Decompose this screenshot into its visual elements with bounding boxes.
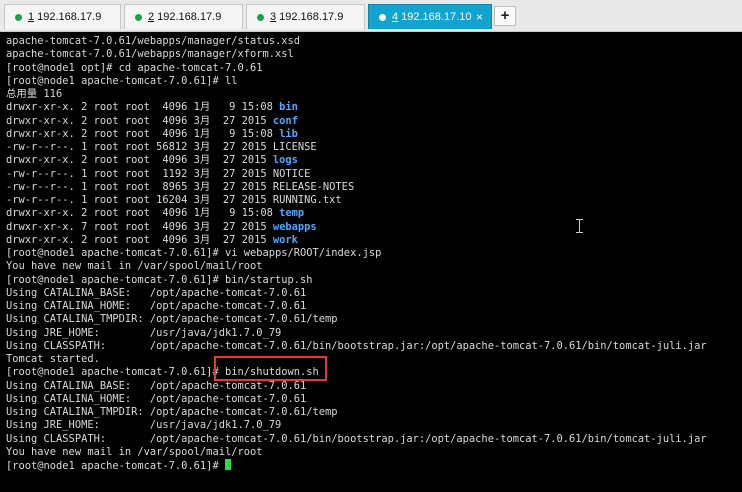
terminal-line: You have new mail in /var/spool/mail/roo…	[6, 446, 707, 459]
directory-name: conf	[272, 114, 298, 127]
tab-host-label: 192.168.17.9	[157, 11, 222, 23]
terminal-line-text: apache-tomcat-7.0.61/webapps/manager/sta…	[6, 35, 301, 47]
terminal-line-text: Using CATALINA_TMPDIR: /opt/apache-tomca…	[6, 406, 338, 418]
terminal-line: drwxr-xr-x. 2 root root 4096 1月 9 15:08 …	[6, 207, 707, 220]
directory-name: bin	[279, 101, 298, 114]
terminal-line-text: drwxr-xr-x. 2 root root 4096 3月 27 2015	[6, 233, 273, 246]
terminal-line-text: [root@node1 opt]# cd apache-tomcat-7.0.6…	[6, 61, 263, 74]
terminal-line: Tomcat started.	[6, 353, 707, 366]
terminal-line: [root@node1 apache-tomcat-7.0.61]# bin/s…	[6, 274, 707, 287]
connected-status-icon	[257, 13, 264, 21]
terminal-line-text: drwxr-xr-x. 2 root root 4096 1月 9 15:08	[6, 127, 280, 140]
terminal-line: drwxr-xr-x. 7 root root 4096 3月 27 2015 …	[6, 221, 707, 234]
directory-name: logs	[272, 154, 298, 167]
terminal-line: [root@node1 apache-tomcat-7.0.61]# vi we…	[6, 247, 707, 260]
terminal-line: Using CLASSPATH: /opt/apache-tomcat-7.0.…	[6, 433, 707, 446]
directory-name: work	[272, 233, 298, 246]
terminal-line: apache-tomcat-7.0.61/webapps/manager/xfo…	[6, 48, 707, 61]
terminal-line-text: -rw-r--r--. 1 root root 16204 3月 27 2015…	[6, 194, 342, 206]
terminal-line: Using CATALINA_TMPDIR: /opt/apache-tomca…	[6, 313, 707, 326]
terminal-line-text: drwxr-xr-x. 2 root root 4096 3月 27 2015	[6, 154, 273, 167]
terminal-line: You have new mail in /var/spool/mail/roo…	[6, 260, 707, 273]
terminal-lines: apache-tomcat-7.0.61/webapps/manager/sta…	[6, 35, 707, 472]
terminal-line-text: Using CATALINA_TMPDIR: /opt/apache-tomca…	[6, 313, 338, 326]
terminal-line: drwxr-xr-x. 2 root root 4096 3月 27 2015 …	[6, 115, 707, 128]
terminal-line-text: -rw-r--r--. 1 root root 56812 3月 27 2015…	[6, 141, 317, 153]
terminal-line: [root@node1 opt]# cd apache-tomcat-7.0.6…	[6, 62, 707, 75]
terminal-line: [root@node1 apache-tomcat-7.0.61]#	[6, 459, 707, 472]
terminal-line-text: [root@node1 apache-tomcat-7.0.61]# ll	[6, 74, 238, 87]
terminal-line: Using CLASSPATH: /opt/apache-tomcat-7.0.…	[6, 340, 707, 353]
close-tab-icon[interactable]: ×	[476, 10, 483, 24]
terminal-line-text: Using CATALINA_BASE: /opt/apache-tomcat-…	[6, 379, 307, 392]
terminal-line-text: drwxr-xr-x. 2 root root 4096 3月 27 2015	[6, 114, 273, 127]
terminal-line-text: drwxr-xr-x. 2 root root 4096 1月 9 15:08	[6, 101, 280, 114]
terminal-line-text: apache-tomcat-7.0.61/webapps/manager/xfo…	[6, 48, 294, 61]
terminal-output[interactable]: apache-tomcat-7.0.61/webapps/manager/sta…	[0, 32, 742, 492]
tab-index: 3	[270, 11, 277, 23]
terminal-line-text: Using CATALINA_HOME: /opt/apache-tomcat-…	[6, 392, 307, 405]
connected-status-icon	[15, 13, 22, 21]
directory-name: lib	[279, 127, 298, 140]
terminal-line-text: -rw-r--r--. 1 root root 8965 3月 27 2015 …	[6, 180, 355, 193]
terminal-line: apache-tomcat-7.0.61/webapps/manager/sta…	[6, 35, 707, 48]
tab-host-label: 192.168.17.10	[401, 11, 472, 23]
terminal-line: Using CATALINA_HOME: /opt/apache-tomcat-…	[6, 300, 707, 313]
terminal-line-text: Using CLASSPATH: /opt/apache-tomcat-7.0.…	[6, 432, 707, 445]
terminal-line-text: Using CLASSPATH: /opt/apache-tomcat-7.0.…	[6, 339, 707, 352]
terminal-line-text: You have new mail in /var/spool/mail/roo…	[6, 445, 263, 458]
terminal-line-text: [root@node1 apache-tomcat-7.0.61]#	[6, 460, 225, 472]
session-tab-1[interactable]: 1 192.168.17.9	[4, 4, 121, 29]
tab-index: 2	[148, 11, 155, 23]
terminal-line: -rw-r--r--. 1 root root 8965 3月 27 2015 …	[6, 181, 707, 194]
terminal-line-text: Using JRE_HOME: /usr/java/jdk1.7.0_79	[6, 419, 282, 432]
terminal-line-text: drwxr-xr-x. 2 root root 4096 1月 9 15:08	[6, 207, 280, 220]
terminal-line: Using JRE_HOME: /usr/java/jdk1.7.0_79	[6, 327, 707, 340]
terminal-line-text: [root@node1 apache-tomcat-7.0.61]# vi we…	[6, 247, 382, 259]
new-tab-button[interactable]: +	[494, 6, 516, 26]
tab-host-label: 192.168.17.9	[37, 11, 102, 23]
terminal-line: Using CATALINA_TMPDIR: /opt/apache-tomca…	[6, 406, 707, 419]
terminal-line-text: 总用量 116	[6, 88, 63, 100]
terminal-line-text: -rw-r--r--. 1 root root 1192 3月 27 2015 …	[6, 167, 311, 180]
terminal-line-text: Using JRE_HOME: /usr/java/jdk1.7.0_79	[6, 326, 282, 339]
terminal-line-text: Tomcat started.	[6, 353, 100, 365]
terminal-line-text: drwxr-xr-x. 7 root root 4096 3月 27 2015	[6, 220, 273, 233]
directory-name: webapps	[272, 220, 317, 233]
terminal-line: Using CATALINA_BASE: /opt/apache-tomcat-…	[6, 380, 707, 393]
session-tab-3[interactable]: 3 192.168.17.9	[246, 4, 365, 29]
tab-index: 1	[28, 11, 35, 23]
directory-name: temp	[279, 207, 305, 220]
terminal-line-text: Using CATALINA_HOME: /opt/apache-tomcat-…	[6, 300, 307, 312]
terminal-line-text: You have new mail in /var/spool/mail/roo…	[6, 260, 263, 273]
terminal-line: 总用量 116	[6, 88, 707, 101]
terminal-line: drwxr-xr-x. 2 root root 4096 1月 9 15:08 …	[6, 128, 707, 141]
connected-status-icon	[379, 13, 386, 21]
terminal-line: [root@node1 apache-tomcat-7.0.61]# bin/s…	[6, 366, 707, 379]
terminal-line: Using JRE_HOME: /usr/java/jdk1.7.0_79	[6, 419, 707, 432]
terminal-line: -rw-r--r--. 1 root root 56812 3月 27 2015…	[6, 141, 707, 154]
terminal-line-text: Using CATALINA_BASE: /opt/apache-tomcat-…	[6, 286, 307, 299]
terminal-line: drwxr-xr-x. 2 root root 4096 1月 9 15:08 …	[6, 101, 707, 114]
text-cursor-ibeam-icon	[576, 219, 583, 233]
terminal-line: Using CATALINA_HOME: /opt/apache-tomcat-…	[6, 393, 707, 406]
terminal-line: -rw-r--r--. 1 root root 1192 3月 27 2015 …	[6, 168, 707, 181]
terminal-line: drwxr-xr-x. 2 root root 4096 3月 27 2015 …	[6, 234, 707, 247]
session-tab-4-active[interactable]: 4 192.168.17.10 ×	[368, 4, 492, 29]
connected-status-icon	[135, 13, 142, 21]
terminal-line: -rw-r--r--. 1 root root 16204 3月 27 2015…	[6, 194, 707, 207]
session-tab-bar: 1 192.168.17.9 2 192.168.17.9 3 192.168.…	[0, 0, 742, 32]
terminal-cursor	[224, 459, 231, 470]
terminal-line: [root@node1 apache-tomcat-7.0.61]# ll	[6, 75, 707, 88]
terminal-line: Using CATALINA_BASE: /opt/apache-tomcat-…	[6, 287, 707, 300]
session-tab-2[interactable]: 2 192.168.17.9	[124, 4, 243, 29]
terminal-line: drwxr-xr-x. 2 root root 4096 3月 27 2015 …	[6, 154, 707, 167]
terminal-line-text: [root@node1 apache-tomcat-7.0.61]# bin/s…	[6, 273, 313, 286]
tab-index: 4	[392, 11, 399, 23]
shutdown-command-highlight	[214, 356, 327, 381]
tab-host-label: 192.168.17.9	[279, 11, 344, 23]
